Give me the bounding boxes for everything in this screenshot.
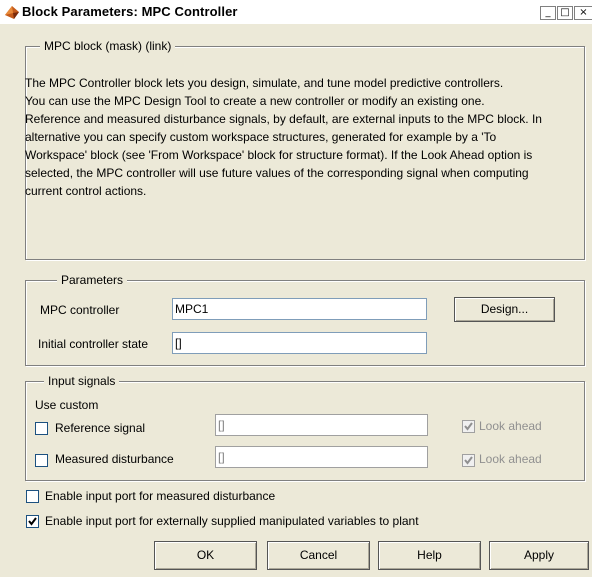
mask-group-legend: MPC block (mask) (link): [40, 39, 176, 53]
mask-description: The MPC Controller block lets you design…: [25, 74, 550, 200]
design-button[interactable]: Design...: [454, 297, 555, 322]
ok-button[interactable]: OK: [154, 541, 257, 570]
window-title: Block Parameters: MPC Controller: [22, 4, 238, 19]
cancel-button[interactable]: Cancel: [267, 541, 370, 570]
enable-mv-port-label: Enable input port for externally supplie…: [45, 514, 419, 528]
description-paragraph: The MPC Controller block lets you design…: [25, 76, 504, 90]
close-button[interactable]: ×: [574, 6, 592, 20]
checkmark-icon: [464, 456, 473, 465]
measured-lookahead-checkbox[interactable]: [462, 454, 475, 467]
input-signals-legend: Input signals: [44, 374, 120, 388]
measured-disturbance-field[interactable]: []: [215, 446, 428, 468]
measured-disturbance-checkbox[interactable]: [35, 454, 48, 467]
matlab-icon: [5, 6, 19, 19]
initial-state-label: Initial controller state: [38, 337, 149, 351]
checkmark-icon: [464, 422, 473, 431]
mpc-controller-label: MPC controller: [40, 303, 120, 317]
mpc-controller-field[interactable]: MPC1: [172, 298, 427, 320]
apply-button[interactable]: Apply: [489, 541, 589, 570]
maximize-button[interactable]: □: [557, 6, 573, 20]
enable-md-port-checkbox[interactable]: [26, 490, 39, 503]
reference-signal-checkbox[interactable]: [35, 422, 48, 435]
help-button[interactable]: Help: [378, 541, 481, 570]
initial-state-field[interactable]: []: [172, 332, 427, 354]
use-custom-label: Use custom: [35, 398, 99, 412]
reference-signal-label: Reference signal: [55, 421, 146, 435]
enable-mv-port-checkbox[interactable]: [26, 515, 39, 528]
reference-lookahead-checkbox[interactable]: [462, 420, 475, 433]
measured-disturbance-label: Measured disturbance: [55, 452, 174, 466]
description-paragraph: Reference and measured disturbance signa…: [25, 112, 542, 198]
checkmark-icon: [28, 517, 37, 526]
reference-lookahead-label: Look ahead: [479, 419, 542, 433]
enable-md-port-label: Enable input port for measured disturban…: [45, 489, 276, 503]
measured-lookahead-label: Look ahead: [479, 452, 542, 466]
description-paragraph: You can use the MPC Design Tool to creat…: [25, 94, 485, 108]
title-bar[interactable]: Block Parameters: MPC Controller _ □ ×: [0, 0, 592, 24]
parameters-legend: Parameters: [57, 273, 128, 287]
minimize-button[interactable]: _: [540, 6, 556, 20]
reference-signal-field[interactable]: []: [215, 414, 428, 436]
